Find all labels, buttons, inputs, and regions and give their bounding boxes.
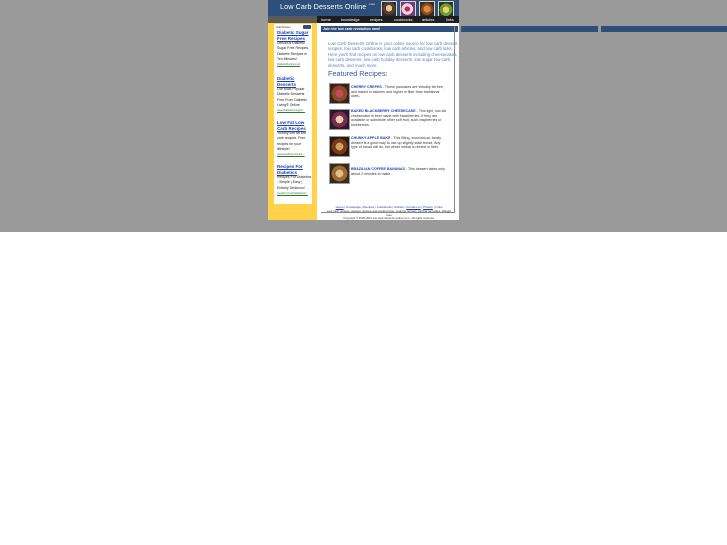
recipe-entry: CHERRY CREPES - These pancakes are virtu… xyxy=(351,85,447,99)
nav-spacer xyxy=(268,16,317,23)
nav-cookbooks[interactable]: cookbooks xyxy=(394,17,413,22)
banner-bar-extension xyxy=(461,26,598,32)
recipe-link[interactable]: BRAZILIAN COFFEE BANANAS xyxy=(351,167,405,171)
header-photo-cake xyxy=(381,1,397,17)
nav-articles[interactable]: articles xyxy=(422,17,434,22)
ad-title[interactable]: Diabetic Desserts xyxy=(277,76,312,87)
ad-url[interactable]: www.HealthyLowCarb... xyxy=(277,153,312,157)
ad-body: Our Most Popular Diabetic Desserts Free … xyxy=(277,87,307,107)
recipe-photo[interactable] xyxy=(329,163,350,184)
recipe-link[interactable]: CHERRY CREPES xyxy=(351,85,382,89)
recipe-link[interactable]: BAKED BLACKBERRY CHEESECAKE xyxy=(351,109,416,113)
ad-body: Yummy low fat low carb recipes. Free rec… xyxy=(277,131,306,151)
header-photo-berries xyxy=(400,1,416,17)
ad-title[interactable]: Diabetic Sugar Free Recipes xyxy=(277,30,312,41)
banner-bar-extension xyxy=(601,26,727,32)
site-title-sup: .com xyxy=(368,2,376,6)
header-photos xyxy=(381,0,459,17)
ad-item[interactable]: Recipes For Diabetics Recipes For Diabet… xyxy=(277,164,312,196)
top-navigation: home knowledge recipes cookbooks article… xyxy=(317,16,459,23)
recipe-photo[interactable] xyxy=(329,136,350,157)
nav-recipes[interactable]: recipes xyxy=(370,17,383,22)
recipe-entry: BAKED BLACKBERRY CHEESECAKE - This light… xyxy=(351,109,447,127)
recipe-photo[interactable] xyxy=(329,83,350,104)
recipe-photo[interactable] xyxy=(329,109,350,130)
recipe-link[interactable]: CHUNKY APPLE BAKE xyxy=(351,136,390,140)
header-photo-fruit xyxy=(438,1,454,17)
ad-choices-icon[interactable] xyxy=(303,25,311,29)
featured-heading: Featured Recipes: xyxy=(328,69,388,78)
recipe-entry: CHUNKY APPLE BAKE - This filling, econom… xyxy=(351,136,447,150)
nav-links[interactable]: links xyxy=(446,17,454,22)
header-photo-pie xyxy=(419,1,435,17)
ad-title[interactable]: Recipes For Diabetics xyxy=(277,164,312,175)
ad-item[interactable]: Diabetic Desserts Our Most Popular Diabe… xyxy=(277,76,312,113)
ad-item[interactable]: Low Fat Low Carb Recipes Yummy low fat l… xyxy=(277,120,312,157)
nav-knowledge[interactable]: knowledge xyxy=(341,17,360,22)
ad-item[interactable]: Diabetic Sugar Free Recipes Delicious Di… xyxy=(277,30,312,67)
ad-title[interactable]: Low Fat Low Carb Recipes xyxy=(277,120,312,131)
ad-url[interactable]: DiabeticRecipes.net xyxy=(277,63,312,67)
nav-home[interactable]: home xyxy=(321,17,331,22)
footer-copyright: Copyright © 2005-2011 low-carb-desserts-… xyxy=(343,216,435,220)
ad-body: Recipes For Diabetics - Simple | Easy | … xyxy=(277,175,312,190)
ad-url[interactable]: www.DiabeticLivingOn... xyxy=(277,109,312,113)
ad-url[interactable]: CookForYourLifeDiabetic... xyxy=(277,192,312,196)
recipe-entry: BRAZILIAN COFFEE BANANAS - This dessert … xyxy=(351,167,447,176)
site-title: Low Carb Desserts Online xyxy=(280,2,367,11)
ad-body: Delicious Diabetic Sugar Free Recipes. D… xyxy=(277,41,310,61)
intro-paragraph: Low Carb Desserts Online is your online … xyxy=(328,41,458,68)
site-logo[interactable]: Low Carb Desserts Online .com xyxy=(280,2,375,11)
